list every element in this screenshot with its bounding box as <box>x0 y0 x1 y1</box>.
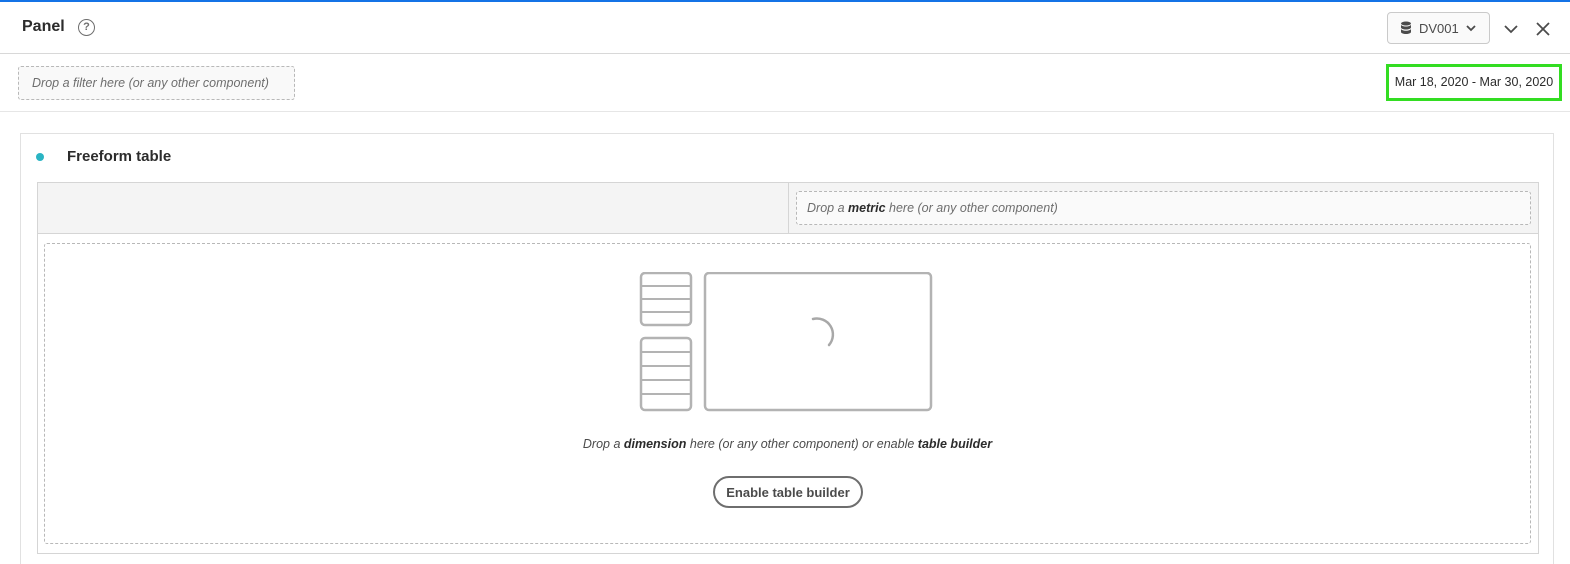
freeform-table-title[interactable]: Freeform table <box>67 148 171 165</box>
dimension-drop-emphasis: dimension <box>623 437 687 451</box>
panel-title: Panel <box>22 18 65 35</box>
chevron-down-icon <box>1466 25 1476 32</box>
metric-drop-emphasis: metric <box>848 201 886 215</box>
metric-drop-zone[interactable]: Drop a metric here (or any other compone… <box>796 191 1531 225</box>
status-dot <box>36 153 44 161</box>
dimension-drop-zone[interactable]: Drop a dimension here (or any other comp… <box>44 243 1531 544</box>
freeform-table: Drop a metric here (or any other compone… <box>37 182 1539 554</box>
data-view-label: DV001 <box>1419 20 1459 36</box>
help-circle-icon[interactable]: ? <box>78 19 95 36</box>
metric-drop-prefix: Drop a <box>807 201 848 215</box>
filter-row: Drop a filter here (or any other compone… <box>0 55 1570 112</box>
filter-drop-zone[interactable]: Drop a filter here (or any other compone… <box>18 66 295 100</box>
table-builder-emphasis: table builder <box>917 437 993 451</box>
panel-header: Panel ? DV001 <box>0 2 1570 54</box>
data-view-dropdown[interactable]: DV001 <box>1387 12 1490 44</box>
collapse-chevron-icon[interactable] <box>1502 20 1520 38</box>
date-range-selector[interactable]: Mar 18, 2020 - Mar 30, 2020 <box>1386 64 1562 101</box>
metric-drop-suffix: here (or any other component) <box>885 201 1058 215</box>
dimension-drop-middle: here (or any other component) or enable <box>686 437 918 451</box>
close-icon[interactable] <box>1534 20 1552 38</box>
table-header-row: Drop a metric here (or any other compone… <box>38 183 1538 234</box>
table-builder-illustration-icon <box>639 272 933 412</box>
dimension-drop-prefix: Drop a <box>582 437 624 451</box>
enable-table-builder-button[interactable]: Enable table builder <box>713 476 863 508</box>
database-icon <box>1401 21 1411 34</box>
column-divider <box>788 183 789 234</box>
dimension-drop-text: Drop a dimension here (or any other comp… <box>45 437 1530 451</box>
freeform-table-card: Freeform table Drop a metric here (or an… <box>20 133 1554 564</box>
